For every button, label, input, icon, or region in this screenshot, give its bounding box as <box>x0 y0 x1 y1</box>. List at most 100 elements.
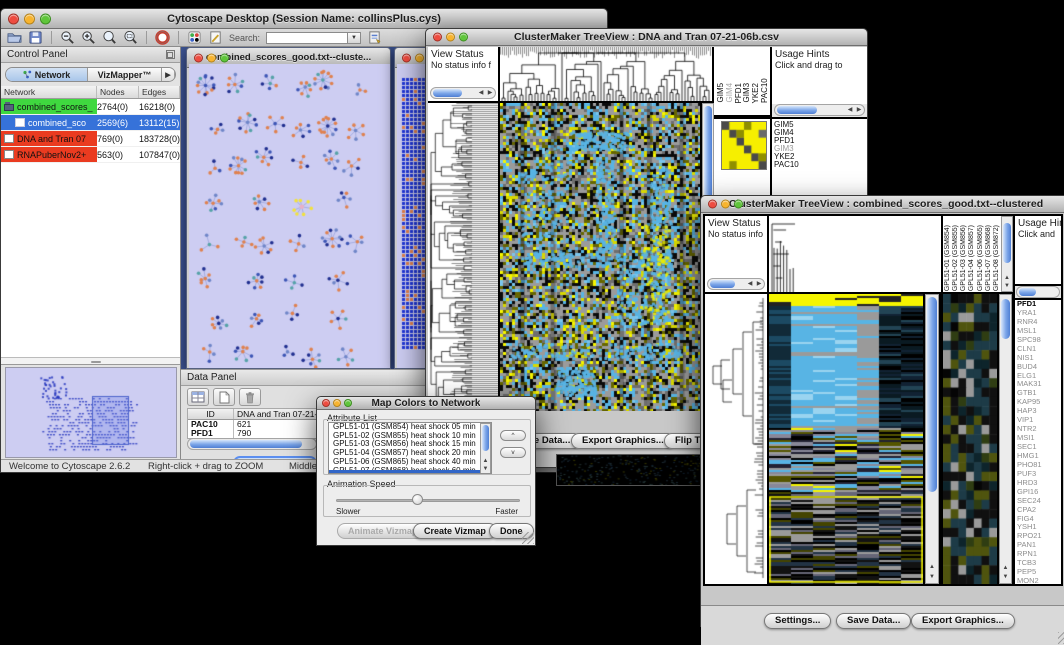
network-view-window[interactable]: combined_scores_good.txt--cluste... <box>186 47 391 369</box>
minimize-icon[interactable] <box>207 53 216 62</box>
tab-network[interactable]: Network <box>6 68 88 81</box>
close-icon[interactable] <box>322 399 330 407</box>
attribute-list[interactable]: GPL51-01 (GSM854) heat shock 05 minGPL51… <box>328 422 492 474</box>
float-panel-icon[interactable] <box>166 50 175 59</box>
tv2-row-dendrogram[interactable] <box>705 294 767 584</box>
treeview1-titlebar[interactable]: ClusterMaker TreeView : DNA and Tran 07-… <box>426 29 867 46</box>
move-up-button[interactable]: ^ <box>500 430 526 441</box>
speed-slider-track[interactable] <box>336 499 520 502</box>
search-input[interactable] <box>266 32 348 44</box>
close-icon[interactable] <box>402 53 411 62</box>
close-icon[interactable] <box>194 53 203 62</box>
vizmapper-palette-icon[interactable] <box>187 30 202 45</box>
overview-divider[interactable] <box>1 357 180 365</box>
tv1-row-dendrogram[interactable] <box>428 103 498 411</box>
zoom-window-icon[interactable] <box>40 13 51 24</box>
zoom-selected-icon[interactable] <box>123 30 138 45</box>
treeview2-title: ClusterMaker TreeView : combined_scores_… <box>729 198 1043 210</box>
delete-attribute-trash-icon[interactable] <box>239 388 261 406</box>
tv2-view-status-panel: View Status No status info ◀▶ <box>705 216 767 292</box>
annotation-icon[interactable] <box>208 30 223 45</box>
main-window-title: Cytoscape Desktop (Session Name: collins… <box>167 13 441 25</box>
window-controls[interactable] <box>8 13 51 24</box>
minimize-icon[interactable] <box>721 200 730 209</box>
minimize-icon[interactable] <box>415 53 424 62</box>
toolbar-separator <box>51 31 52 44</box>
tv1-export-graphics-button[interactable]: Export Graphics... <box>571 433 675 449</box>
minimize-icon[interactable] <box>333 399 341 407</box>
zoom-window-icon[interactable] <box>459 33 468 42</box>
main-titlebar[interactable]: Cytoscape Desktop (Session Name: collins… <box>1 9 607 29</box>
minimize-icon[interactable] <box>24 13 35 24</box>
network-file-icon <box>4 150 14 159</box>
network-tab-icon <box>23 70 32 79</box>
network-table-header: Network Nodes Edges <box>1 86 180 99</box>
tv2-labels-vscrollbar[interactable]: ▲▼ <box>1001 216 1013 292</box>
tv1-global-view[interactable] <box>556 454 703 486</box>
close-icon[interactable] <box>433 33 442 42</box>
tv2-zoom-heatmap[interactable] <box>943 294 997 584</box>
zoom-fit-icon[interactable] <box>102 30 117 45</box>
map-colors-dialog: Map Colors to Network Attribute List GPL… <box>316 396 536 546</box>
network-table: Network Nodes Edges combined_scores_ 276… <box>1 86 180 359</box>
tv1-heatmap[interactable] <box>500 103 700 411</box>
zoom-in-icon[interactable] <box>81 30 96 45</box>
treeview2-titlebar[interactable]: ClusterMaker TreeView : combined_scores_… <box>701 196 1064 213</box>
treeview2-window: ClusterMaker TreeView : combined_scores_… <box>700 195 1064 627</box>
tv2-settings-button[interactable]: Settings... <box>764 613 831 629</box>
tv2-gene-list-panel: PFD1YRA1RNR4MSL1SPC98CLN1NIS1BUD4ELG1MAK… <box>1015 300 1061 584</box>
tv1-zoom-heatmap[interactable] <box>721 121 767 170</box>
zoom-window-icon[interactable] <box>220 53 229 62</box>
tv2-usage-hscrollbar[interactable] <box>1015 286 1061 298</box>
save-icon[interactable] <box>28 30 43 45</box>
help-lifering-icon[interactable] <box>155 30 170 45</box>
tv2-heatmap-vscrollbar[interactable]: ▲▼ <box>925 294 939 584</box>
new-attribute-button[interactable] <box>213 388 235 406</box>
tv2-heatmap[interactable] <box>769 294 923 584</box>
open-icon[interactable] <box>7 30 22 45</box>
network-birdseye-overview[interactable] <box>5 367 177 458</box>
minimize-icon[interactable] <box>446 33 455 42</box>
zoom-out-icon[interactable] <box>60 30 75 45</box>
tv1-status-hscrollbar[interactable]: ◀▶ <box>430 87 496 99</box>
gene-label[interactable]: MON2 <box>1015 577 1061 584</box>
data-panel-hscrollbar[interactable] <box>187 438 317 450</box>
create-vizmap-button[interactable]: Create Vizmap <box>413 523 497 539</box>
attribute-list-vscrollbar[interactable]: ▲▼ <box>480 423 491 474</box>
speed-slider-thumb[interactable] <box>412 494 423 505</box>
tv1-usage-hscrollbar[interactable]: ◀▶ <box>772 104 867 117</box>
select-attributes-button[interactable] <box>187 388 209 406</box>
resize-grip[interactable] <box>1058 632 1064 644</box>
gene-label[interactable]: PAC10 <box>772 161 867 169</box>
network-row[interactable]: DNA and Tran 07 769(0) 183728(0) <box>1 131 180 147</box>
network-file-icon <box>4 104 14 111</box>
zoom-window-icon[interactable] <box>344 399 352 407</box>
tv2-column-dendrogram[interactable] <box>769 216 941 292</box>
move-down-button[interactable]: v <box>500 447 526 458</box>
tv1-usage-hints-panel: Usage Hints Click and drag to <box>772 47 867 104</box>
search-label: Search: <box>229 33 260 43</box>
network-row[interactable]: RNAPuberNov2+ 563(0) 107847(0) <box>1 147 180 163</box>
search-dropdown-icon[interactable]: ▼ <box>348 32 361 44</box>
tv2-save-data-button[interactable]: Save Data... <box>836 613 911 629</box>
selected-attribute-sliver <box>329 470 480 473</box>
network-row[interactable]: combined_scores_ 2764(0) 16218(0) <box>1 99 180 115</box>
tv2-usage-hints-panel: Usage Hints Click and <box>1015 216 1061 284</box>
zoom-window-icon[interactable] <box>734 200 743 209</box>
attribute-browser-icon[interactable] <box>367 30 382 45</box>
tv2-export-graphics-button[interactable]: Export Graphics... <box>911 613 1015 629</box>
faster-label: Faster <box>495 507 518 516</box>
network-canvas[interactable] <box>189 64 390 368</box>
tv1-column-dendrogram[interactable] <box>500 47 712 101</box>
tv2-status-hscrollbar[interactable]: ◀▶ <box>707 278 765 290</box>
dialog-titlebar[interactable]: Map Colors to Network <box>317 397 535 410</box>
tab-overflow-arrow[interactable]: ▶ <box>162 68 175 81</box>
resize-grip[interactable] <box>522 532 534 544</box>
search-box: ▼ <box>266 32 361 44</box>
control-panel-header: Control Panel <box>1 47 180 63</box>
tv2-zoom-vscrollbar[interactable]: ▲▼ <box>999 294 1012 584</box>
network-row[interactable]: combined_sco 2569(6) 13112(15) <box>1 115 180 131</box>
tab-vizmapper[interactable]: VizMapper™ <box>88 68 162 81</box>
close-icon[interactable] <box>708 200 717 209</box>
close-icon[interactable] <box>8 13 19 24</box>
